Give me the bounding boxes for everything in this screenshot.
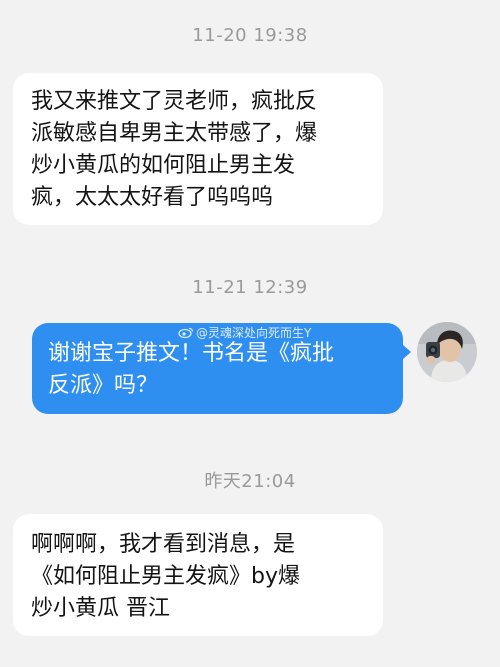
message-text-line: 反派》吗？: [48, 373, 159, 398]
message-text-line: 疯，太太太好看了呜呜呜: [31, 185, 274, 210]
user-avatar[interactable]: [417, 322, 477, 382]
message-text-line: 《如何阻止男主发疯》by爆: [31, 564, 300, 589]
message-text-line: 谢谢宝子推文！书名是《疯批: [48, 341, 335, 366]
watermark: @灵魂深处向死而生Y: [178, 324, 311, 341]
timestamp: 11-21 12:39: [192, 277, 308, 298]
message-bubble-incoming[interactable]: 啊啊啊，我才看到消息，是 《如何阻止男主发疯》by爆 炒小黄瓜 晋江: [13, 514, 383, 636]
message-text-line: 啊啊啊，我才看到消息，是: [31, 532, 296, 557]
timestamp: 昨天21:04: [204, 471, 296, 492]
bubble-tail: [402, 344, 411, 360]
message-text-line: 我又来推文了灵老师，疯批反: [31, 89, 318, 114]
message-bubble-incoming[interactable]: 我又来推文了灵老师，疯批反 派敏感自卑男主太带感了，爆 炒小黄瓜的如何阻止男主发…: [13, 73, 383, 225]
timestamp: 11-20 19:38: [192, 25, 308, 46]
avatar-photo-icon: [417, 322, 477, 382]
message-text-line: 炒小黄瓜 晋江: [31, 596, 170, 621]
message-text-line: 炒小黄瓜的如何阻止男主发: [31, 153, 296, 178]
weibo-logo-icon: [178, 327, 194, 338]
message-text-line: 派敏感自卑男主太带感了，爆: [31, 121, 318, 146]
watermark-text: @灵魂深处向死而生Y: [196, 326, 312, 340]
